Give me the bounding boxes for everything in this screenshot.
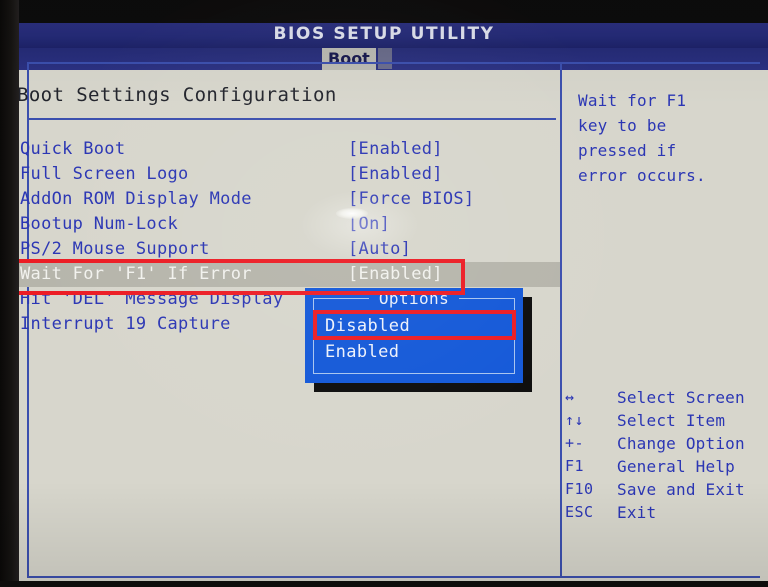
legend-label: Exit <box>617 503 657 522</box>
help-line: Wait for F1 <box>578 91 687 110</box>
options-popup-frame <box>313 298 515 374</box>
esc-key-icon: ESC <box>565 503 594 521</box>
help-line: error occurs. <box>578 166 706 185</box>
screen-glare-soft <box>300 190 420 260</box>
help-line: key to be <box>578 116 667 135</box>
setting-row-addon-rom-display-mode[interactable]: AddOn ROM Display Mode [Force BIOS] <box>0 187 560 212</box>
setting-label: Quick Boot <box>20 139 126 159</box>
help-text: Wait for F1 key to be pressed if error o… <box>578 88 758 188</box>
title-bar: BIOS SETUP UTILITY <box>0 23 768 48</box>
setting-row-wait-for-f1-if-error[interactable]: Wait For 'F1' If Error [Enabled] <box>0 262 560 287</box>
option-item-disabled[interactable]: Disabled <box>325 316 410 336</box>
section-divider <box>29 118 556 120</box>
setting-label: AddOn ROM Display Mode <box>20 189 252 209</box>
section-title: Boot Settings Configuration <box>17 84 337 106</box>
setting-row-bootup-num-lock[interactable]: Bootup Num-Lock [On] <box>0 212 560 237</box>
setting-label: Interrupt 19 Capture <box>20 314 231 334</box>
legend-item-save-and-exit: F10 Save and Exit <box>565 478 765 501</box>
legend-label: Select Screen <box>617 388 745 407</box>
legend-item-change-option: +- Change Option <box>565 432 765 455</box>
panel-vertical-divider <box>560 62 562 578</box>
legend-item-select-screen: ↔ Select Screen <box>565 386 765 409</box>
setting-label: Wait For 'F1' If Error <box>20 264 252 284</box>
screen-top-band <box>0 0 768 23</box>
setting-label: Hit 'DEL' Message Display <box>20 289 284 309</box>
setting-row-full-screen-logo[interactable]: Full Screen Logo [Enabled] <box>0 162 560 187</box>
options-popup[interactable]: Options Disabled Enabled <box>305 288 523 383</box>
bios-screen-photo: BIOS SETUP UTILITY Boot Boot Settings Co… <box>0 0 768 587</box>
f1-key-icon: F1 <box>565 457 585 475</box>
help-line: pressed if <box>578 141 677 160</box>
setting-row-ps2-mouse-support[interactable]: PS/2 Mouse Support [Auto] <box>0 237 560 262</box>
setting-value[interactable]: [Enabled] <box>348 137 443 162</box>
arrows-vertical-icon: ↑↓ <box>565 411 585 429</box>
legend-label: Change Option <box>617 434 745 453</box>
legend-item-general-help: F1 General Help <box>565 455 765 478</box>
f10-key-icon: F10 <box>565 480 594 498</box>
setting-label: Full Screen Logo <box>20 164 189 184</box>
setting-value[interactable]: [Enabled] <box>348 162 443 187</box>
setting-row-quick-boot[interactable]: Quick Boot [Enabled] <box>0 137 560 162</box>
plus-minus-icon: +- <box>565 434 585 452</box>
arrows-horizontal-icon: ↔ <box>565 388 575 406</box>
option-item-enabled[interactable]: Enabled <box>325 342 399 362</box>
key-legend: ↔ Select Screen ↑↓ Select Item +- Change… <box>565 386 765 524</box>
options-popup-title: Options <box>369 289 459 308</box>
legend-label: Save and Exit <box>617 480 745 499</box>
bios-screen: BIOS SETUP UTILITY Boot Boot Settings Co… <box>0 0 768 583</box>
screen-glare-spot <box>336 208 368 219</box>
monitor-bezel-bottom <box>0 581 768 587</box>
legend-label: Select Item <box>617 411 726 430</box>
setting-value[interactable]: [Enabled] <box>348 262 443 287</box>
legend-item-select-item: ↑↓ Select Item <box>565 409 765 432</box>
legend-item-exit: ESC Exit <box>565 501 765 524</box>
setting-label: PS/2 Mouse Support <box>20 239 210 259</box>
setting-label: Bootup Num-Lock <box>20 214 179 234</box>
monitor-bezel-left <box>0 0 19 587</box>
legend-label: General Help <box>617 457 735 476</box>
page-title: BIOS SETUP UTILITY <box>273 24 495 44</box>
